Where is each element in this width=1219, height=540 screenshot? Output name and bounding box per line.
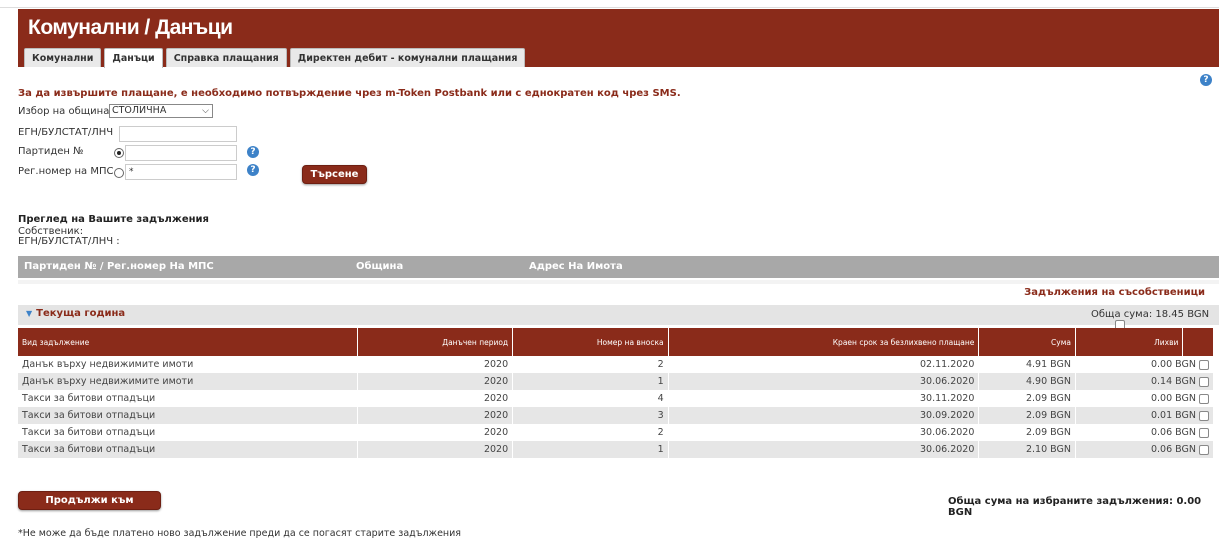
tab-taxes[interactable]: Данъци [104, 48, 163, 68]
table-row: Такси за битови отпадъци 2020 3 30.09.20… [18, 407, 1215, 424]
cell-installment: 3 [512, 407, 669, 424]
municipality-value: СТОЛИЧНА [112, 105, 167, 116]
cell-interest: 0.01 BGN [1150, 410, 1196, 421]
cell-type: Такси за битови отпадъци [18, 424, 358, 441]
row-checkbox[interactable] [1199, 444, 1209, 455]
section-total: Обща сума: 18.45 BGN [1091, 309, 1210, 320]
cell-amount: 2.09 BGN [978, 424, 1076, 441]
cell-interest: 0.00 BGN [1150, 393, 1196, 404]
cell-amount: 2.09 BGN [978, 390, 1076, 407]
cell-deadline: 30.06.2020 [668, 373, 980, 390]
partida-label: Партиден № [18, 146, 84, 157]
cell-type: Данък върху недвижимите имоти [18, 356, 358, 373]
cell-type: Данък върху недвижимите имоти [18, 373, 358, 390]
row-checkbox[interactable] [1199, 376, 1209, 387]
th-type: Вид задължение [18, 328, 358, 356]
cell-amount: 4.90 BGN [978, 373, 1076, 390]
cell-interest: 0.14 BGN [1150, 376, 1196, 387]
cell-amount: 4.91 BGN [978, 356, 1076, 373]
cell-period: 2020 [357, 441, 514, 458]
coowners-debts-link[interactable]: Задължения на съсобственици [1024, 287, 1205, 298]
cell-installment: 1 [512, 441, 669, 458]
col-partida: Партиден № / Рег.номер На МПС [24, 261, 214, 272]
th-deadline: Краен срок за безлихвено плащане [668, 328, 980, 356]
cell-interest: 0.06 BGN [1150, 427, 1196, 438]
question-circle-icon: ? [1200, 74, 1212, 86]
selected-total: Обща сума на избраните задължения: 0.00 … [948, 496, 1202, 518]
egn-label: ЕГН/БУЛСТАТ/ЛНЧ [18, 127, 114, 138]
tab-payment-history[interactable]: Справка плащания [165, 48, 287, 67]
cell-period: 2020 [357, 424, 514, 441]
table-row: Данък върху недвижимите имоти 2020 1 30.… [18, 373, 1215, 390]
tab-direct-debit[interactable]: Директен дебит - комунални плащания [289, 48, 526, 67]
th-amount: Сума [978, 328, 1076, 356]
regnum-input[interactable]: * [125, 164, 237, 180]
cell-deadline: 02.11.2020 [668, 356, 980, 373]
summary-row [18, 280, 1219, 284]
page-title: Комунални / Данъци [28, 16, 233, 39]
th-blank [1182, 328, 1214, 356]
table-row: Данък върху недвижимите имоти 2020 2 02.… [18, 356, 1215, 373]
th-interest: Лихви [1075, 328, 1184, 356]
cell-type: Такси за битови отпадъци [18, 390, 358, 407]
cell-amount: 2.09 BGN [978, 407, 1076, 424]
top-strip [0, 0, 1219, 8]
search-button[interactable]: Търсене [302, 165, 367, 184]
table-header-row: Вид задължение Данъчен период Номер на в… [18, 328, 1214, 356]
table-row: Такси за битови отпадъци 2020 4 30.11.20… [18, 390, 1215, 407]
regnum-label: Рег.номер на МПС [18, 166, 114, 177]
partida-radio[interactable] [114, 148, 124, 158]
col-municipality: Община [356, 261, 404, 272]
table-row: Такси за битови отпадъци 2020 2 30.06.20… [18, 424, 1215, 441]
cell-deadline: 30.11.2020 [668, 390, 980, 407]
table-row: Такси за битови отпадъци 2020 1 30.06.20… [18, 441, 1215, 458]
summary-header: Партиден № / Рег.номер На МПС Община Адр… [18, 256, 1219, 278]
cell-amount: 2.10 BGN [978, 441, 1076, 458]
row-checkbox[interactable] [1199, 393, 1209, 404]
mtoken-notice: За да извършите плащане, е необходимо по… [18, 88, 681, 99]
col-address: Адрес На Имота [529, 261, 623, 272]
th-installment: Номер на вноска [512, 328, 669, 356]
row-checkbox[interactable] [1199, 410, 1209, 421]
row-checkbox[interactable] [1199, 359, 1209, 370]
cell-installment: 2 [512, 424, 669, 441]
review-title: Преглед на Вашите задължения [18, 214, 209, 225]
page-header: Комунални / Данъци Комунални Данъци Спра… [18, 9, 1219, 68]
tab-bar: Комунални Данъци Справка плащания Директ… [24, 48, 528, 68]
cell-installment: 1 [512, 373, 669, 390]
municipality-label: Избор на община [18, 106, 110, 117]
cell-deadline: 30.09.2020 [668, 407, 980, 424]
current-year-section[interactable]: ▼ Текуща година Обща сума: 18.45 BGN [18, 305, 1219, 330]
row-checkbox[interactable] [1199, 427, 1209, 438]
cell-interest: 0.06 BGN [1150, 444, 1196, 455]
cell-installment: 4 [512, 390, 669, 407]
partida-input[interactable] [125, 145, 237, 161]
footnote: *Не може да бъде платено ново задължение… [18, 528, 462, 539]
cell-deadline: 30.06.2020 [668, 424, 980, 441]
question-circle-icon[interactable]: ? [247, 146, 259, 158]
cell-period: 2020 [357, 373, 514, 390]
cell-period: 2020 [357, 356, 514, 373]
cell-type: Такси за битови отпадъци [18, 407, 358, 424]
th-period: Данъчен период [357, 328, 514, 356]
question-circle-icon[interactable]: ? [247, 164, 259, 176]
chevron-down-icon: ⌵ [202, 106, 209, 116]
cell-interest: 0.00 BGN [1150, 359, 1196, 370]
triangle-down-icon: ▼ [26, 309, 33, 318]
cell-period: 2020 [357, 407, 514, 424]
debts-table: Вид задължение Данъчен период Номер на в… [18, 328, 1215, 458]
regnum-radio[interactable] [114, 168, 124, 178]
review-egn-label: ЕГН/БУЛСТАТ/ЛНЧ : [18, 236, 120, 247]
cell-installment: 2 [512, 356, 669, 373]
egn-input[interactable] [119, 126, 237, 142]
municipality-select[interactable]: СТОЛИЧНА ⌵ [109, 104, 213, 118]
tab-utilities[interactable]: Комунални [24, 48, 102, 67]
help-button[interactable]: ? [1200, 74, 1212, 86]
continue-to-payment-button[interactable]: Продължи към плащане [18, 491, 161, 523]
cell-period: 2020 [357, 390, 514, 407]
section-title: Текуща година [36, 308, 126, 319]
cell-deadline: 30.06.2020 [668, 441, 980, 458]
cell-type: Такси за битови отпадъци [18, 441, 358, 458]
